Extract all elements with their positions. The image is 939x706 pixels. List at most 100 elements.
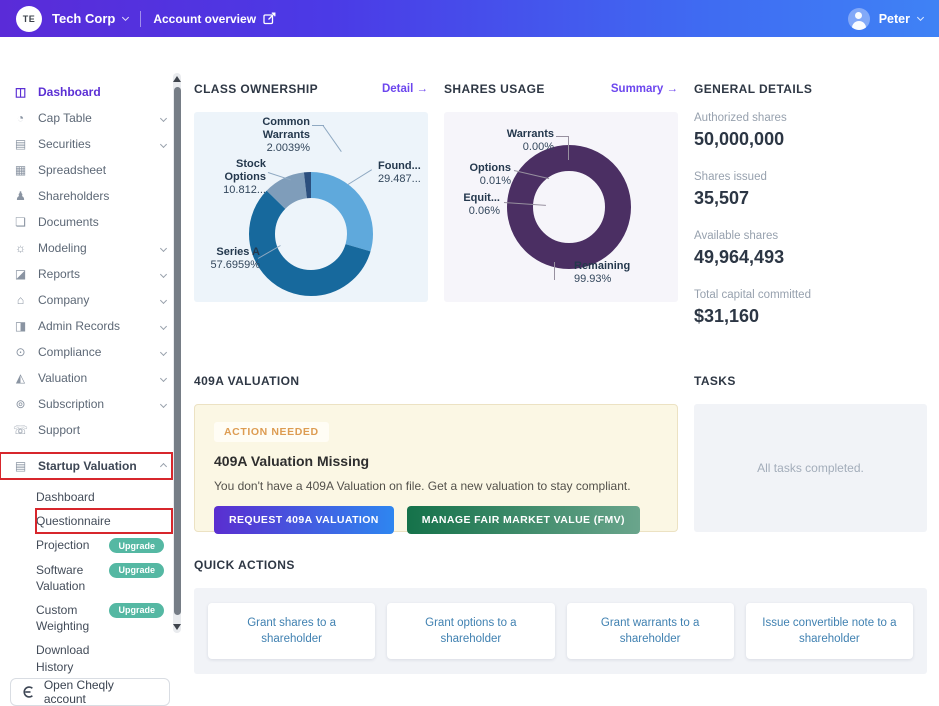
breadcrumb-page-title: Account overview (153, 12, 256, 26)
chevron-down-icon[interactable] (122, 14, 129, 21)
main-content: CLASS OWNERSHIP Detail → Common Warrants (186, 37, 939, 675)
submenu-item-projection[interactable]: Projection Upgrade (36, 533, 172, 557)
arrow-right-icon: → (417, 83, 429, 95)
startup-valuation-submenu: Dashboard Questionnaire Projection Upgra… (36, 485, 172, 703)
company-switcher[interactable]: Tech Corp (52, 11, 115, 26)
class-ownership-detail-link[interactable]: Detail → (382, 83, 428, 95)
manage-fmv-button[interactable]: MANAGE FAIR MARKET VALUE (FMV) (407, 506, 640, 534)
upgrade-badge[interactable]: Upgrade (109, 603, 164, 618)
person-icon: ♟ (13, 189, 28, 203)
user-menu[interactable]: Peter (879, 12, 910, 26)
grant-shares-button[interactable]: Grant shares to a shareholder (208, 603, 375, 659)
chevron-down-icon (160, 140, 167, 147)
chevron-down-icon[interactable] (917, 14, 924, 21)
arrow-right-icon: → (667, 83, 679, 95)
donut-label-remaining: Remaining 99.93% (574, 260, 644, 286)
grant-options-button[interactable]: Grant options to a shareholder (387, 603, 554, 659)
sidebar-item-securities[interactable]: ▤ Securities (0, 131, 172, 157)
report-icon: ◪ (13, 267, 28, 281)
records-icon: ◨ (13, 319, 28, 333)
sidebar-item-spreadsheet[interactable]: ▦ Spreadsheet (0, 157, 172, 183)
sidebar-scrollbar[interactable] (173, 73, 181, 633)
shield-icon: ⊙ (13, 345, 28, 359)
donut-label-options: Options 0.01% (449, 162, 511, 188)
sidebar-item-support[interactable]: ☏ Support (0, 417, 172, 443)
navbar-divider (140, 11, 141, 27)
class-ownership-chart-panel: Common Warrants 2.0039% Stock Options 10… (194, 112, 428, 302)
general-details-section: GENERAL DETAILS Authorized shares 50,000… (694, 82, 927, 348)
submenu-item-questionnaire[interactable]: Questionnaire (36, 509, 172, 533)
pie-chart-icon: ◔ (13, 111, 28, 125)
shares-usage-summary-link[interactable]: Summary → (611, 83, 678, 95)
building-icon: ⌂ (13, 293, 28, 307)
donut-label-common-warrants: Common Warrants 2.0039% (218, 116, 310, 155)
document-icon: ▤ (13, 459, 28, 473)
upgrade-badge[interactable]: Upgrade (109, 538, 164, 553)
trend-chart-icon: ◭ (13, 371, 28, 385)
sidebar-item-documents[interactable]: ❏ Documents (0, 209, 172, 235)
upgrade-badge[interactable]: Upgrade (109, 563, 164, 578)
shares-usage-donut-chart (501, 139, 637, 275)
submenu-item-custom-weighting[interactable]: Custom Weighting Upgrade (36, 598, 172, 638)
action-needed-badge: ACTION NEEDED (214, 422, 329, 442)
table-icon: ▦ (13, 163, 28, 177)
clipboard-icon: ▤ (13, 137, 28, 151)
chevron-down-icon (160, 296, 167, 303)
open-cheqly-button[interactable]: Open Cheqly account (10, 678, 170, 706)
donut-label-warrants: Warrants 0.00% (474, 128, 554, 154)
valuation-409a-warning-panel: ACTION NEEDED 409A Valuation Missing You… (194, 404, 678, 532)
submenu-item-dashboard[interactable]: Dashboard (36, 485, 172, 509)
sidebar-item-company[interactable]: ⌂ Company (0, 287, 172, 313)
valuation-409a-section: 409A VALUATION ACTION NEEDED 409A Valuat… (194, 374, 678, 532)
class-ownership-section: CLASS OWNERSHIP Detail → Common Warrants (194, 82, 428, 348)
sidebar-item-reports[interactable]: ◪ Reports (0, 261, 172, 287)
issue-convertible-note-button[interactable]: Issue convertible note to a shareholder (746, 603, 913, 659)
scrollbar-thumb[interactable] (174, 87, 181, 615)
chevron-down-icon (160, 348, 167, 355)
valuation-409a-title: 409A VALUATION (194, 374, 299, 388)
sidebar-item-shareholders[interactable]: ♟ Shareholders (0, 183, 172, 209)
quick-actions-panel: Grant shares to a shareholder Grant opti… (194, 588, 927, 674)
stat-shares-issued: Shares issued 35,507 (694, 171, 927, 209)
dollar-circle-icon: ⊚ (13, 397, 28, 411)
scroll-down-arrow[interactable] (173, 624, 181, 630)
leader-line (323, 125, 342, 152)
class-ownership-title: CLASS OWNERSHIP (194, 82, 318, 96)
stat-total-capital-committed: Total capital committed $31,160 (694, 289, 927, 327)
general-details-title: GENERAL DETAILS (694, 82, 812, 96)
sidebar-item-valuation[interactable]: ◭ Valuation (0, 365, 172, 391)
sidebar-item-admin-records[interactable]: ◨ Admin Records (0, 313, 172, 339)
donut-label-series-a: Series A 57.6959% (198, 246, 260, 272)
sidebar-item-modeling[interactable]: ☼ Modeling (0, 235, 172, 261)
sidebar-item-cap-table[interactable]: ◔ Cap Table (0, 105, 172, 131)
valuation-missing-description: You don't have a 409A Valuation on file.… (214, 479, 658, 493)
quick-actions-section: QUICK ACTIONS Grant shares to a sharehol… (194, 558, 927, 674)
tasks-section: TASKS All tasks completed. (694, 374, 927, 532)
scroll-up-arrow[interactable] (173, 76, 181, 82)
shares-usage-title: SHARES USAGE (444, 82, 545, 96)
leader-line (568, 136, 569, 160)
chevron-down-icon (160, 322, 167, 329)
dashboard-icon: ◫ (13, 85, 28, 99)
shares-usage-section: SHARES USAGE Summary → Warrants 0.00% Op… (444, 82, 678, 348)
sidebar-item-subscription[interactable]: ⊚ Subscription (0, 391, 172, 417)
submenu-item-download-history[interactable]: Download History (36, 638, 172, 678)
leader-line (554, 262, 555, 280)
lightbulb-icon: ☼ (13, 241, 28, 255)
sidebar-item-compliance[interactable]: ⊙ Compliance (0, 339, 172, 365)
submenu-item-software-valuation[interactable]: Software Valuation Upgrade (36, 558, 172, 598)
headset-icon: ☏ (13, 423, 28, 437)
edit-icon[interactable] (263, 12, 276, 25)
request-409a-valuation-button[interactable]: REQUEST 409A VALUATION (214, 506, 394, 534)
valuation-missing-heading: 409A Valuation Missing (214, 453, 658, 469)
grant-warrants-button[interactable]: Grant warrants to a shareholder (567, 603, 734, 659)
company-logo[interactable]: TE (16, 6, 42, 32)
folder-icon: ❏ (13, 215, 28, 229)
tasks-empty-message: All tasks completed. (757, 461, 864, 475)
sidebar-item-startup-valuation[interactable]: ▤ Startup Valuation (0, 453, 172, 479)
stat-authorized-shares: Authorized shares 50,000,000 (694, 112, 927, 150)
chevron-down-icon (160, 400, 167, 407)
sidebar-item-dashboard[interactable]: ◫ Dashboard (0, 79, 172, 105)
chevron-down-icon (160, 374, 167, 381)
user-avatar[interactable] (848, 8, 870, 30)
